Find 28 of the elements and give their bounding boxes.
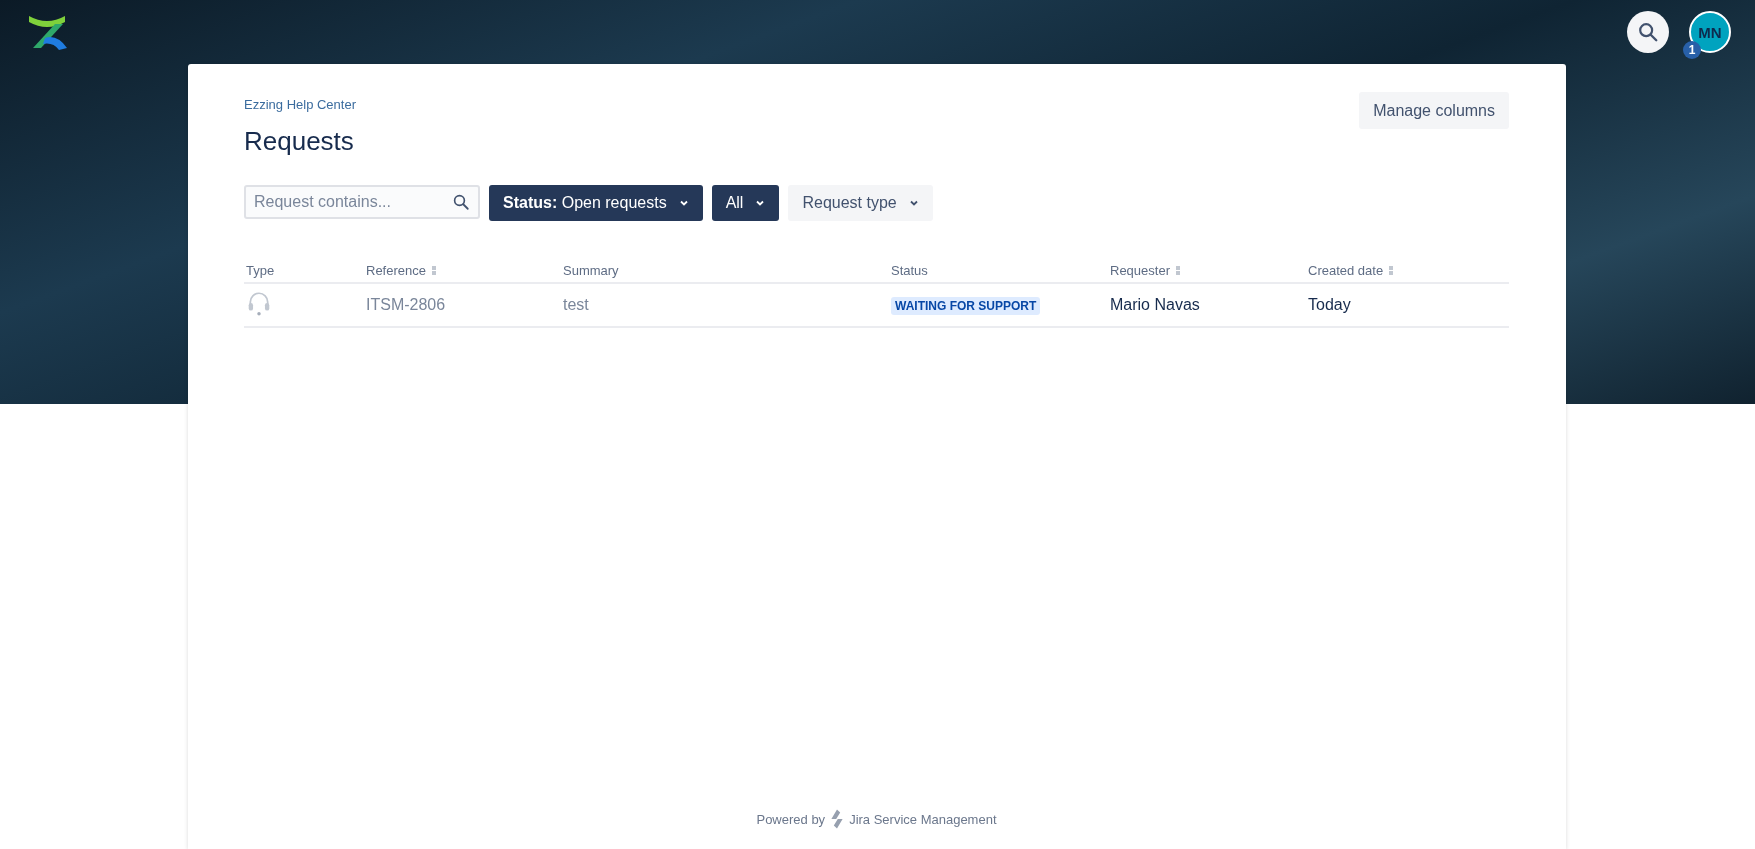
summary-cell[interactable]: test: [561, 283, 889, 327]
search-icon: [452, 193, 470, 211]
column-header[interactable]: Created date: [1308, 263, 1394, 278]
status-lozenge: WAITING FOR SUPPORT: [891, 297, 1041, 315]
column-header: Type: [246, 263, 275, 278]
manage-columns-button[interactable]: Manage columns: [1359, 92, 1509, 129]
filter-dropdown[interactable]: Status: Open requests: [489, 185, 703, 221]
search-icon: [1637, 21, 1659, 43]
breadcrumb-link[interactable]: Ezzing Help Center: [244, 97, 356, 112]
chevron-down-icon: [678, 198, 689, 208]
chevron-down-icon: [755, 198, 766, 208]
filter-dropdown[interactable]: Request type: [788, 185, 933, 221]
reference-cell[interactable]: ITSM-2806: [364, 283, 561, 327]
requester-cell: Mario Navas: [1108, 283, 1306, 327]
column-header: Summary: [563, 263, 619, 278]
notification-badge: 1: [1683, 41, 1701, 59]
column-header[interactable]: Requester: [1110, 263, 1180, 278]
powered-by-text: Powered by: [756, 811, 826, 827]
column-header[interactable]: Reference: [366, 263, 436, 278]
column-header: Status: [891, 263, 928, 278]
filter-dropdown[interactable]: All: [711, 185, 780, 221]
search-button[interactable]: [1627, 11, 1669, 53]
page-title: Requests: [244, 126, 355, 157]
search-field[interactable]: Request contains...: [244, 185, 480, 219]
product-link[interactable]: Jira Service Management: [849, 811, 997, 827]
headset-icon: [246, 290, 272, 316]
created-date-cell: Today: [1306, 283, 1509, 327]
chevron-down-icon: [908, 198, 919, 208]
